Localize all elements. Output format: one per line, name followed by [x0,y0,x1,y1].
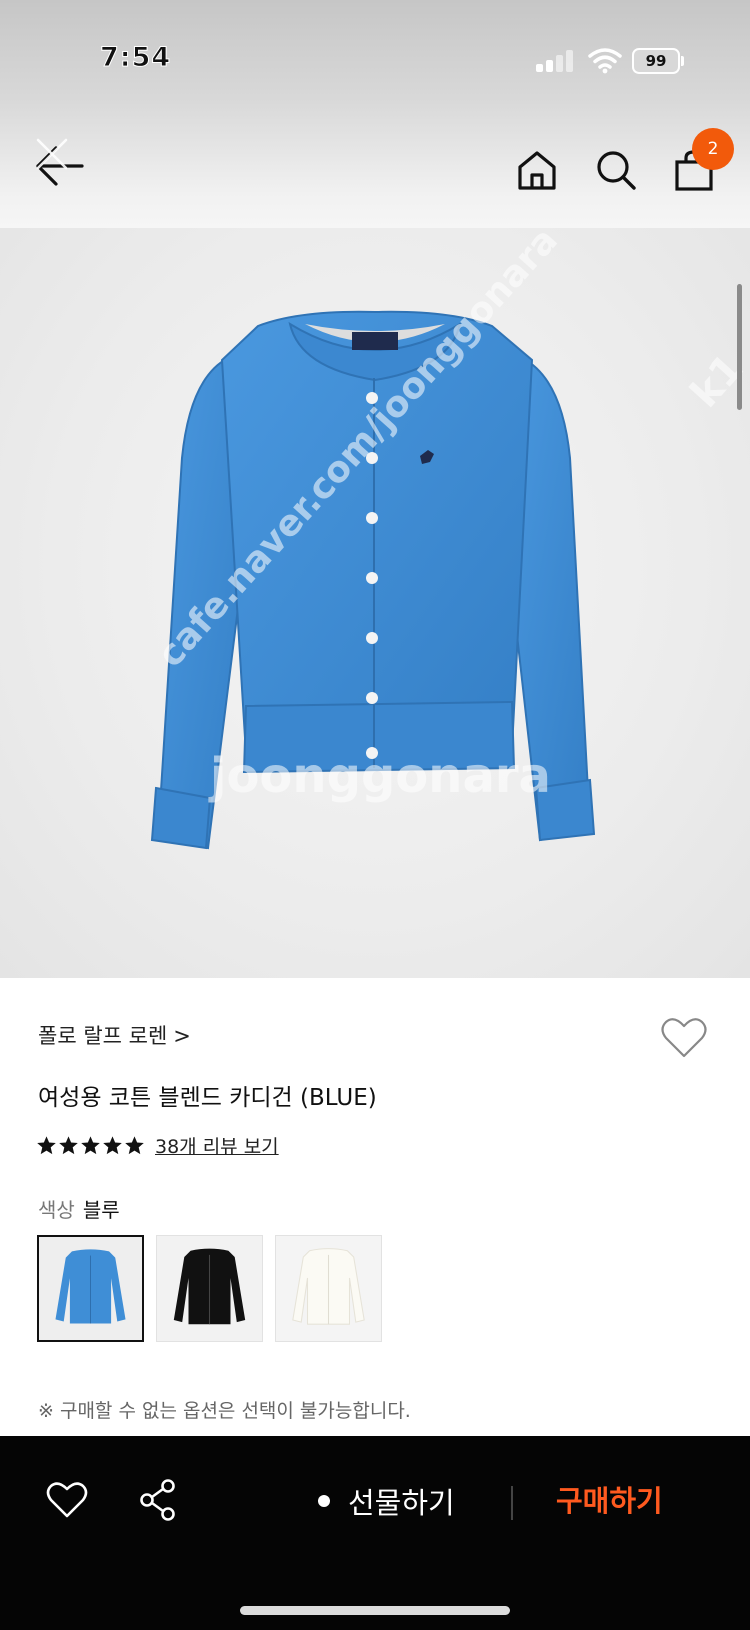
action-divider [511,1486,513,1520]
swatch-black[interactable] [156,1235,263,1342]
chevron-right-icon: > [173,1024,191,1048]
cardigan-illustration [150,310,596,850]
star-icon [37,1135,56,1154]
top-bar [0,0,750,228]
share-icon[interactable] [138,1478,178,1522]
home-icon[interactable] [515,148,559,192]
wifi-icon [588,48,622,74]
color-option-row: 색상 블루 [38,1194,120,1223]
back-arrow-icon[interactable] [28,138,88,198]
gift-label: 선물하기 [348,1486,455,1520]
battery-icon: 99 [632,48,680,74]
scroll-indicator[interactable] [737,284,742,410]
color-label: 색상 [38,1198,75,1222]
watermark-text: joonggonara [210,748,551,804]
search-icon[interactable] [594,148,638,192]
color-swatches [37,1235,382,1342]
star-icon [81,1135,100,1154]
swatch-cream-image [276,1236,381,1341]
color-value: 블루 [82,1198,120,1222]
swatch-blue[interactable] [37,1235,144,1342]
product-title: 여성용 코튼 블렌드 카디건 (BLUE) [38,1085,377,1111]
swatch-cream[interactable] [275,1235,382,1342]
gift-dot-icon [318,1495,330,1507]
swatch-black-image [157,1236,262,1341]
home-indicator[interactable] [240,1606,510,1615]
brand-name: 폴로 랄프 로렌 [38,1024,168,1048]
option-notice: ※ 구매할 수 없는 옵션은 선택이 불가능합니다. [38,1400,411,1422]
wishlist-heart-icon[interactable] [660,1016,708,1060]
rating-row: 38개 리뷰 보기 [36,1130,279,1160]
signal-icon [536,50,576,72]
product-hero-image[interactable]: joonggonara cafe.naver.com/joonggonara k… [0,228,750,978]
bottom-action-bar [0,1436,750,1630]
cart-count-badge: 2 [692,128,734,170]
swatch-blue-image [39,1237,142,1340]
battery-nub [681,56,684,66]
star-icon [103,1135,122,1154]
buy-button[interactable]: 구매하기 [556,1478,663,1524]
reviews-link[interactable]: 38개 리뷰 보기 [155,1132,279,1159]
status-time: 7:54 [99,42,172,74]
star-rating [36,1135,145,1156]
star-icon [59,1135,78,1154]
heart-icon[interactable] [46,1480,88,1520]
brand-link[interactable]: 폴로 랄프 로렌 > [38,1020,191,1050]
gift-button[interactable]: 선물하기 [318,1478,455,1524]
star-icon [125,1135,144,1154]
